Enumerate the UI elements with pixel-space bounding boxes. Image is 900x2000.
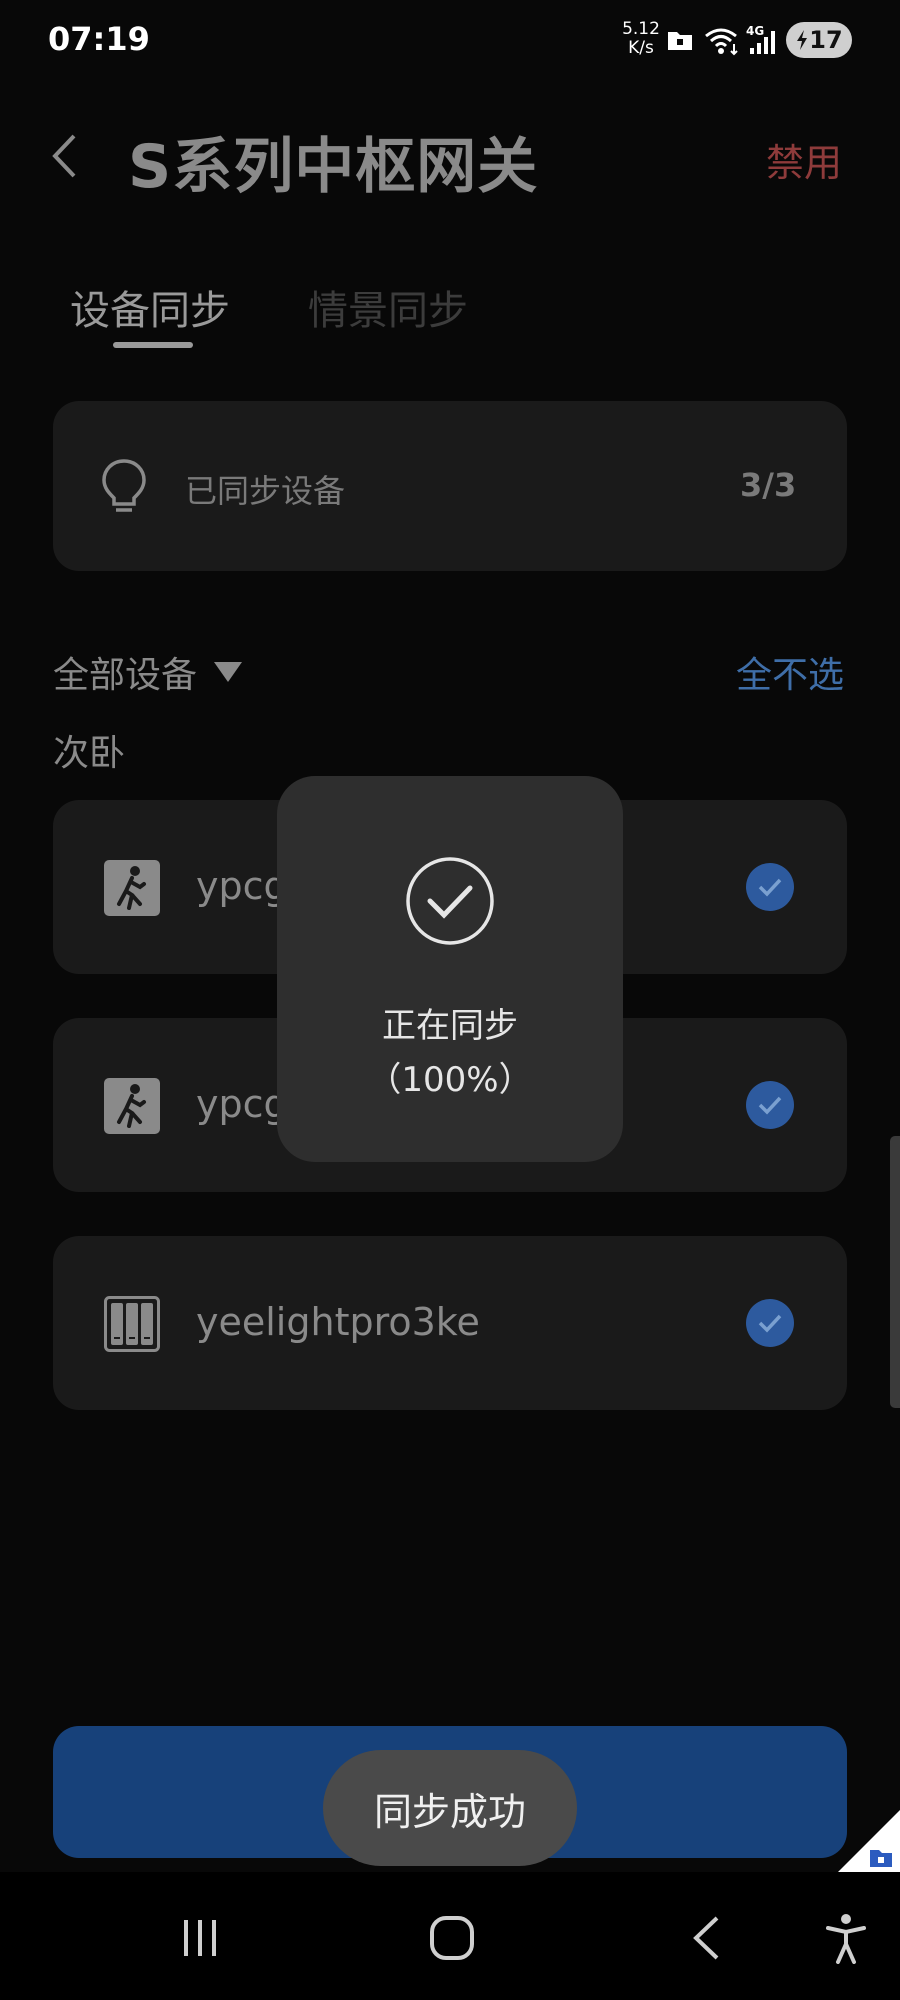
check-icon (758, 878, 782, 897)
device-checkbox[interactable] (746, 1299, 794, 1347)
page-title: S系列中枢网关 (128, 132, 539, 202)
room-label: 次卧 (53, 733, 126, 774)
sync-progress-percent: （100%） (367, 1060, 533, 1100)
accessibility-button[interactable] (816, 1912, 876, 1964)
check-icon (758, 1314, 782, 1333)
accessibility-icon (826, 1914, 866, 1964)
device-name: ypcg (196, 1082, 288, 1126)
battery-level: 17 (809, 26, 843, 54)
scrollbar[interactable] (890, 1136, 900, 1408)
status-time: 07:19 (48, 20, 150, 58)
device-name: yeelightpro3ke (196, 1300, 480, 1344)
back-button[interactable] (44, 128, 84, 184)
net-speed: 5.12 K/s (622, 20, 660, 58)
motion-sensor-icon (104, 860, 160, 920)
device-name: ypcg (196, 864, 288, 908)
check-icon (758, 1096, 782, 1115)
synced-devices-count: 3/3 (740, 466, 797, 504)
lightbulb-icon (100, 458, 148, 518)
tab-device-sync[interactable]: 设备同步 (70, 278, 230, 336)
sync-success-toast: 同步成功 (323, 1750, 577, 1866)
synced-devices-label: 已同步设备 (185, 472, 346, 510)
motion-sensor-icon (104, 1078, 160, 1138)
recent-apps-button[interactable] (170, 1912, 230, 1964)
synced-devices-card (53, 401, 847, 571)
switch-panel-icon (104, 1296, 160, 1356)
disable-button[interactable]: 禁用 (766, 132, 842, 187)
net-speed-value: 5.12 (622, 19, 660, 39)
home-icon (430, 1916, 474, 1960)
device-filter-dropdown[interactable]: 全部设备 (53, 646, 243, 698)
tab-scene-sync[interactable]: 情景同步 (308, 278, 468, 336)
sync-status-text: 正在同步 (382, 1006, 518, 1046)
folder-lock-icon (666, 26, 694, 58)
wifi-icon (704, 26, 742, 60)
device-checkbox[interactable] (746, 863, 794, 911)
device-filter-label: 全部设备 (53, 655, 198, 696)
tab-active-indicator (113, 342, 193, 348)
recent-apps-icon (184, 1920, 216, 1956)
nav-back-button[interactable] (676, 1912, 736, 1964)
check-circle-icon (405, 856, 495, 950)
device-checkbox[interactable] (746, 1081, 794, 1129)
chevron-left-icon (52, 134, 76, 178)
net-speed-unit: K/s (628, 38, 654, 58)
triangle-down-icon (214, 662, 243, 682)
secure-folder-badge-icon[interactable] (838, 1810, 900, 1872)
sync-progress-dialog (277, 776, 623, 1162)
deselect-all-button[interactable]: 全不选 (736, 646, 844, 698)
battery-indicator: 17 (786, 22, 852, 58)
battery-charging-icon (797, 30, 808, 50)
signal-icon (748, 28, 778, 60)
nav-back-icon (693, 1916, 719, 1960)
home-button[interactable] (422, 1912, 482, 1964)
